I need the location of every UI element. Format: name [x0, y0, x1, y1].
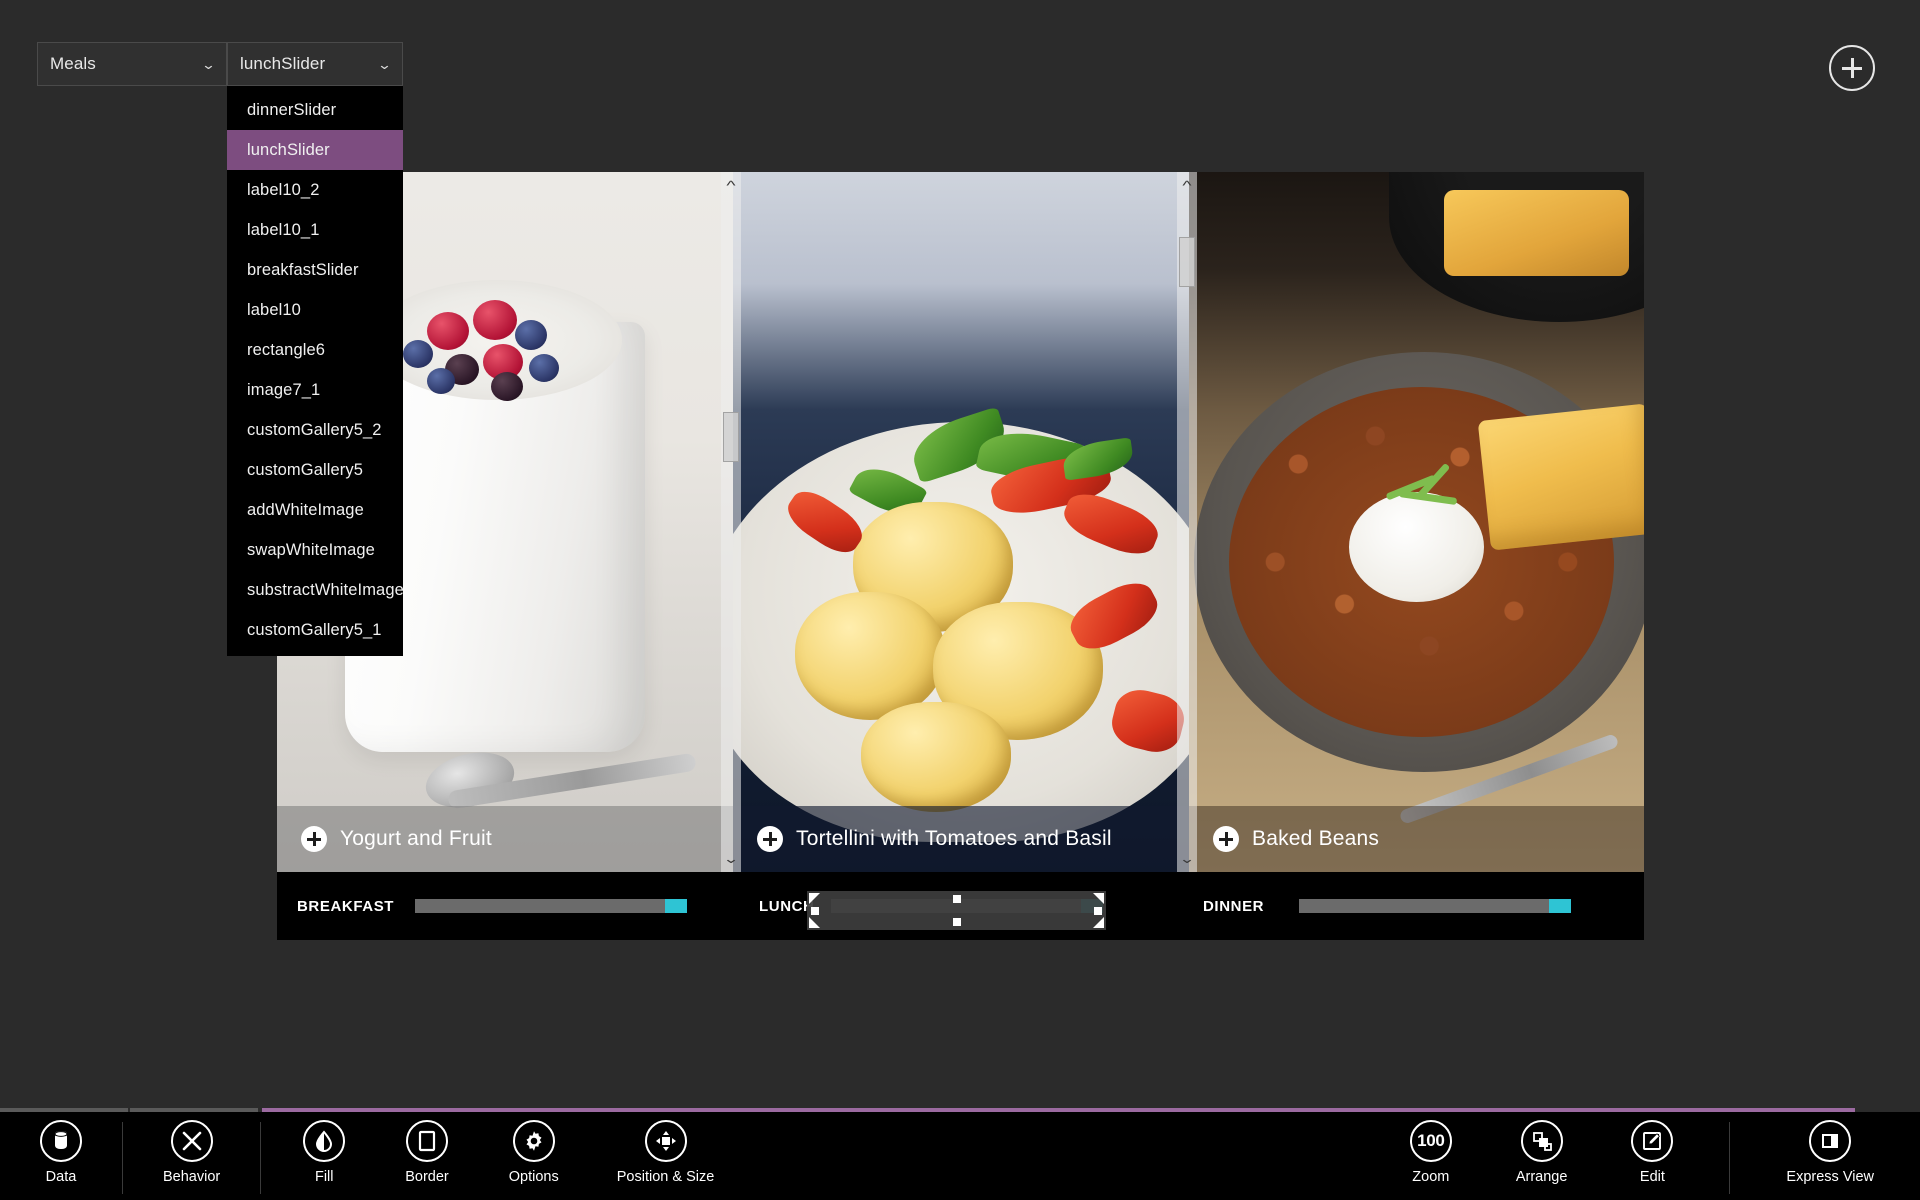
scrollbar-thumb[interactable]	[723, 412, 739, 462]
panel-caption-text: Baked Beans	[1252, 827, 1380, 850]
table-select-value: Meals	[50, 54, 96, 73]
tool-label: Fill	[314, 1169, 334, 1185]
panel-caption: Tortellini with Tomatoes and Basil	[733, 806, 1189, 872]
tool-data[interactable]: Data	[40, 1112, 82, 1185]
chevron-down-icon[interactable]: ⌄	[716, 848, 746, 870]
panel-caption-text: Tortellini with Tomatoes and Basil	[796, 827, 1112, 850]
dropdown-item[interactable]: addWhiteImage	[227, 490, 403, 530]
dropdown-item[interactable]: swapWhiteImage	[227, 530, 403, 570]
toolbar-divider	[1729, 1122, 1731, 1194]
tool-fill[interactable]: Fill	[303, 1112, 346, 1185]
dropdown-item[interactable]: image7_1	[227, 370, 403, 410]
tool-label: Position & Size	[616, 1169, 715, 1185]
behavior-icon	[170, 1120, 213, 1162]
chevron-up-icon[interactable]: ^	[1172, 174, 1202, 196]
app-window: Meals ⌄ lunchSlider ⌄ dinnerSlider lunchS…	[0, 0, 1920, 1200]
dropdown-item[interactable]: substractWhiteImage	[227, 570, 404, 610]
chevron-down-icon: ⌄	[377, 56, 392, 72]
object-dropdown-list[interactable]: dinnerSlider lunchSlider label10_2 label10_…	[227, 86, 404, 656]
tool-behavior[interactable]: Behavior	[163, 1112, 220, 1185]
tool-label: Edit	[1639, 1169, 1665, 1185]
resize-handle-right[interactable]	[1094, 906, 1102, 915]
breakfast-slider-group: BREAKFAST	[297, 872, 687, 940]
plus-circle-icon[interactable]	[1213, 826, 1239, 852]
tool-label: Options	[508, 1169, 559, 1185]
dropdown-item[interactable]: customGallery5_1	[227, 610, 403, 650]
tool-zoom[interactable]: 100 Zoom	[1409, 1112, 1452, 1185]
border-icon	[406, 1120, 448, 1162]
paint-bucket-icon	[303, 1120, 346, 1162]
position-size-icon	[644, 1120, 687, 1162]
zoom-level-value: 100	[1417, 1131, 1445, 1150]
express-view-icon	[1809, 1120, 1852, 1162]
tool-options[interactable]: Options	[509, 1112, 559, 1185]
object-select-value: lunchSlider	[240, 54, 326, 73]
resize-handle-bottom-right[interactable]	[1093, 917, 1104, 928]
tool-border[interactable]: Border	[405, 1112, 449, 1185]
add-object-button[interactable]	[1829, 45, 1875, 91]
tool-arrange[interactable]: Arrange	[1515, 1112, 1568, 1185]
resize-handle-bottom-left[interactable]	[809, 917, 820, 928]
dropdown-item[interactable]: customGallery5	[227, 450, 403, 490]
breakfast-slider-thumb[interactable]	[665, 899, 687, 913]
bottom-toolbar: Data Behavior Fill Border Options Positi…	[0, 1112, 1920, 1200]
resize-handle-top-right[interactable]	[1093, 893, 1104, 904]
panel-caption: Baked Beans	[1189, 806, 1644, 872]
tool-edit[interactable]: Edit	[1631, 1112, 1674, 1185]
selection-frame[interactable]	[807, 891, 1106, 930]
chevron-up-icon[interactable]: ^	[716, 174, 746, 196]
zoom-level-icon: 100	[1409, 1120, 1452, 1162]
dropdown-item[interactable]: breakfastSlider	[227, 250, 403, 290]
plus-circle-icon[interactable]	[301, 826, 327, 852]
tool-label: Arrange	[1515, 1169, 1568, 1185]
toolbar-divider	[122, 1122, 123, 1194]
panel-scrollbar[interactable]: ^ ⌄	[1177, 172, 1197, 872]
tool-label: Behavior	[163, 1169, 221, 1185]
dropdown-item[interactable]: label10_2	[227, 170, 403, 210]
gear-icon	[512, 1120, 555, 1162]
plus-circle-icon[interactable]	[757, 826, 783, 852]
dinner-slider-thumb[interactable]	[1549, 899, 1571, 913]
dropdown-item[interactable]: customGallery5_2	[227, 410, 403, 450]
dropdown-item[interactable]: label10_1	[227, 210, 403, 250]
top-toolbar: Meals ⌄ lunchSlider ⌄	[0, 0, 1920, 100]
tool-label: Express View	[1786, 1169, 1874, 1185]
tool-label: Data	[45, 1169, 77, 1185]
chevron-down-icon: ⌄	[201, 56, 216, 72]
gallery-panel[interactable]: Baked Beans	[1189, 172, 1644, 872]
breakfast-slider-label: BREAKFAST	[297, 897, 395, 915]
resize-handle-top-left[interactable]	[809, 893, 820, 904]
photo-baked-beans	[1189, 172, 1644, 872]
table-select[interactable]: Meals ⌄	[37, 42, 227, 86]
panel-scrollbar[interactable]: ^ ⌄	[721, 172, 741, 872]
resize-handle-bottom[interactable]	[952, 918, 961, 926]
dropdown-item[interactable]: label10	[227, 290, 403, 330]
panel-caption-text: Yogurt and Fruit	[340, 827, 492, 850]
dropdown-item[interactable]: lunchSlider	[227, 130, 403, 170]
toolbar-divider	[260, 1122, 262, 1194]
gallery-panel[interactable]: Tortellini with Tomatoes and Basil	[733, 172, 1189, 872]
dinner-slider-group: DINNER	[1203, 872, 1571, 940]
scrollbar-thumb[interactable]	[1179, 237, 1195, 287]
photo-tortellini	[733, 172, 1189, 872]
dinner-slider[interactable]	[1299, 899, 1571, 913]
layout-canvas: Yogurt and Fruit Tortellini with Tomatoe…	[277, 172, 1644, 940]
tool-express-view[interactable]: Express View	[1786, 1112, 1874, 1185]
dinner-slider-label: DINNER	[1203, 897, 1265, 915]
arrange-icon	[1520, 1120, 1563, 1162]
dropdown-item[interactable]: rectangle6	[227, 330, 403, 370]
breakfast-slider[interactable]	[415, 899, 687, 913]
custom-gallery: Yogurt and Fruit Tortellini with Tomatoe…	[277, 172, 1644, 872]
resize-handle-left[interactable]	[811, 906, 819, 915]
object-select[interactable]: lunchSlider ⌄	[227, 42, 403, 86]
dropdown-item[interactable]: dinnerSlider	[227, 90, 403, 130]
tool-position-size[interactable]: Position & Size	[616, 1112, 715, 1185]
database-icon	[40, 1120, 82, 1162]
chevron-down-icon[interactable]: ⌄	[1172, 848, 1202, 870]
edit-pencil-icon	[1631, 1120, 1674, 1162]
tool-label: Border	[405, 1169, 449, 1185]
tool-label: Zoom	[1412, 1169, 1450, 1185]
resize-handle-top[interactable]	[952, 895, 961, 903]
panel-caption: Yogurt and Fruit	[277, 806, 733, 872]
